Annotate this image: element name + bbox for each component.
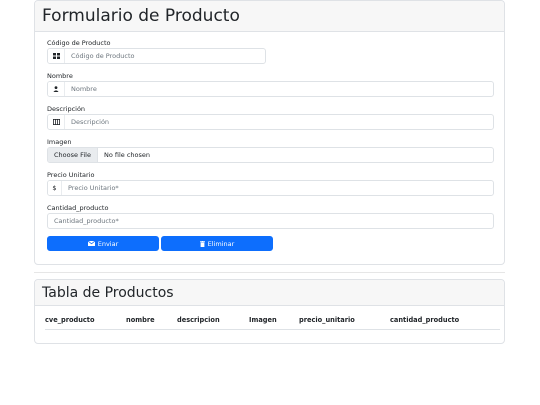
- product-table-card: Tabla de Productos cve_producto nombre d…: [34, 279, 505, 344]
- nombre-group: Nombre Nombre: [47, 72, 494, 97]
- envelope-icon: [87, 241, 95, 246]
- table-card-header: Tabla de Productos: [35, 280, 504, 306]
- table-header-row: cve_producto nombre descripcion Imagen p…: [45, 316, 500, 330]
- precio-input[interactable]: Precio Unitario*: [62, 181, 493, 195]
- products-table: cve_producto nombre descripcion Imagen p…: [45, 316, 500, 330]
- dollar-prefix: $: [48, 181, 62, 195]
- table-title: Tabla de Productos: [42, 284, 174, 301]
- nombre-input-group: Nombre: [47, 81, 494, 97]
- eliminar-label: Eliminar: [207, 239, 235, 248]
- cantidad-group: Cantidad_producto Cantidad_producto*: [47, 204, 494, 229]
- product-form-card: Formulario de Producto Código de Product…: [34, 0, 505, 265]
- nombre-input[interactable]: Nombre: [65, 82, 493, 96]
- file-status: No file chosen: [103, 151, 150, 159]
- col-descripcion: descripcion: [177, 316, 249, 330]
- form-title: Formulario de Producto: [42, 6, 240, 26]
- col-cve-producto: cve_producto: [45, 316, 126, 330]
- precio-group: Precio Unitario $ Precio Unitario*: [47, 171, 494, 196]
- descripcion-input[interactable]: Descripción: [65, 115, 493, 129]
- precio-label: Precio Unitario: [47, 171, 95, 179]
- imagen-group: Imagen Choose File No file chosen: [47, 138, 494, 163]
- col-cantidad-producto: cantidad_producto: [390, 316, 500, 330]
- descripcion-label: Descripción: [47, 105, 86, 113]
- cantidad-input[interactable]: Cantidad_producto*: [48, 214, 493, 228]
- nombre-label: Nombre: [47, 72, 73, 80]
- section-divider: [34, 272, 505, 273]
- enviar-button[interactable]: Enviar: [47, 236, 159, 251]
- descripcion-group: Descripción Descripción: [47, 105, 494, 130]
- eliminar-button[interactable]: Eliminar: [161, 236, 273, 251]
- col-imagen: Imagen: [249, 316, 299, 330]
- precio-input-group: $ Precio Unitario*: [47, 180, 494, 196]
- imagen-file-input[interactable]: Choose File No file chosen: [47, 147, 494, 163]
- card-icon: [48, 49, 65, 63]
- imagen-label: Imagen: [47, 138, 72, 146]
- codigo-group: Código de Producto Código de Producto: [47, 39, 266, 64]
- columns-icon: [48, 115, 65, 129]
- col-precio-unitario: precio_unitario: [299, 316, 390, 330]
- cantidad-input-group: Cantidad_producto*: [47, 213, 494, 229]
- choose-file-button[interactable]: Choose File: [48, 148, 98, 162]
- trash-icon: [199, 240, 205, 247]
- enviar-label: Enviar: [97, 239, 119, 248]
- cantidad-label: Cantidad_producto: [47, 204, 109, 212]
- descripcion-input-group: Descripción: [47, 114, 494, 130]
- codigo-input[interactable]: Código de Producto: [65, 49, 265, 63]
- col-nombre: nombre: [126, 316, 177, 330]
- codigo-label: Código de Producto: [47, 39, 111, 47]
- codigo-input-group: Código de Producto: [47, 48, 266, 64]
- person-icon: [48, 82, 65, 96]
- form-card-header: Formulario de Producto: [35, 1, 504, 32]
